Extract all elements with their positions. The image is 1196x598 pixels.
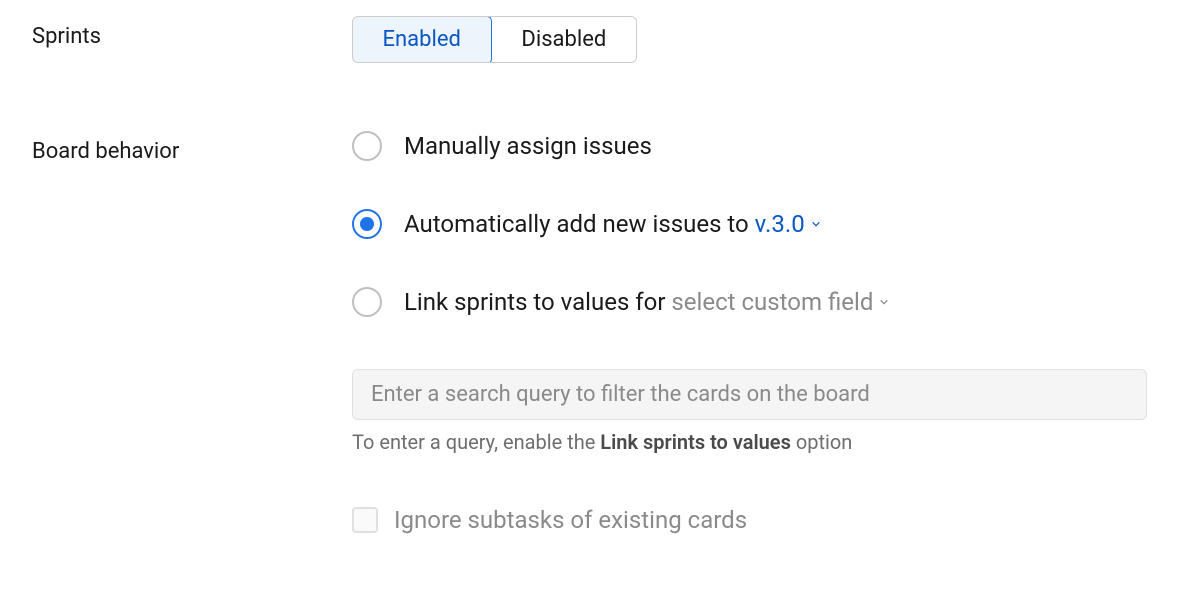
radio-manual-label: Manually assign issues (404, 132, 652, 160)
sprints-toggle: Enabled Disabled (352, 16, 637, 63)
board-behavior-label: Board behavior (32, 131, 352, 164)
radio-link-prefix: Link sprints to values for (404, 288, 671, 316)
auto-sprint-dropdown[interactable]: v.3.0 (755, 210, 821, 238)
radio-link-label: Link sprints to values for select custom… (404, 288, 889, 316)
radio-auto[interactable]: Automatically add new issues to v.3.0 (352, 209, 1164, 239)
radio-auto-prefix: Automatically add new issues to (404, 210, 755, 238)
auto-sprint-value: v.3.0 (755, 210, 805, 238)
sprints-disabled-button[interactable]: Disabled (490, 17, 636, 62)
ignore-subtasks-checkbox[interactable]: Ignore subtasks of existing cards (352, 506, 1164, 534)
link-field-dropdown[interactable]: select custom field (671, 288, 889, 316)
radio-icon (352, 131, 382, 161)
search-query-input[interactable] (352, 369, 1147, 420)
radio-icon (352, 287, 382, 317)
hint-bold: Link sprints to values (600, 430, 791, 454)
sprints-enabled-button[interactable]: Enabled (352, 16, 492, 63)
hint-suffix: option (791, 430, 852, 454)
sprints-label: Sprints (32, 16, 352, 49)
checkbox-icon (352, 507, 378, 533)
radio-manual[interactable]: Manually assign issues (352, 131, 1164, 161)
radio-auto-label: Automatically add new issues to v.3.0 (404, 210, 821, 238)
ignore-subtasks-label: Ignore subtasks of existing cards (394, 506, 747, 534)
hint-prefix: To enter a query, enable the (352, 430, 600, 454)
radio-link[interactable]: Link sprints to values for select custom… (352, 287, 1164, 317)
link-field-value: select custom field (671, 288, 873, 316)
chevron-down-icon (811, 219, 821, 229)
radio-icon (352, 209, 382, 239)
search-hint: To enter a query, enable the Link sprint… (352, 430, 1164, 454)
chevron-down-icon (879, 297, 889, 307)
board-behavior-radios: Manually assign issues Automatically add… (352, 131, 1164, 317)
